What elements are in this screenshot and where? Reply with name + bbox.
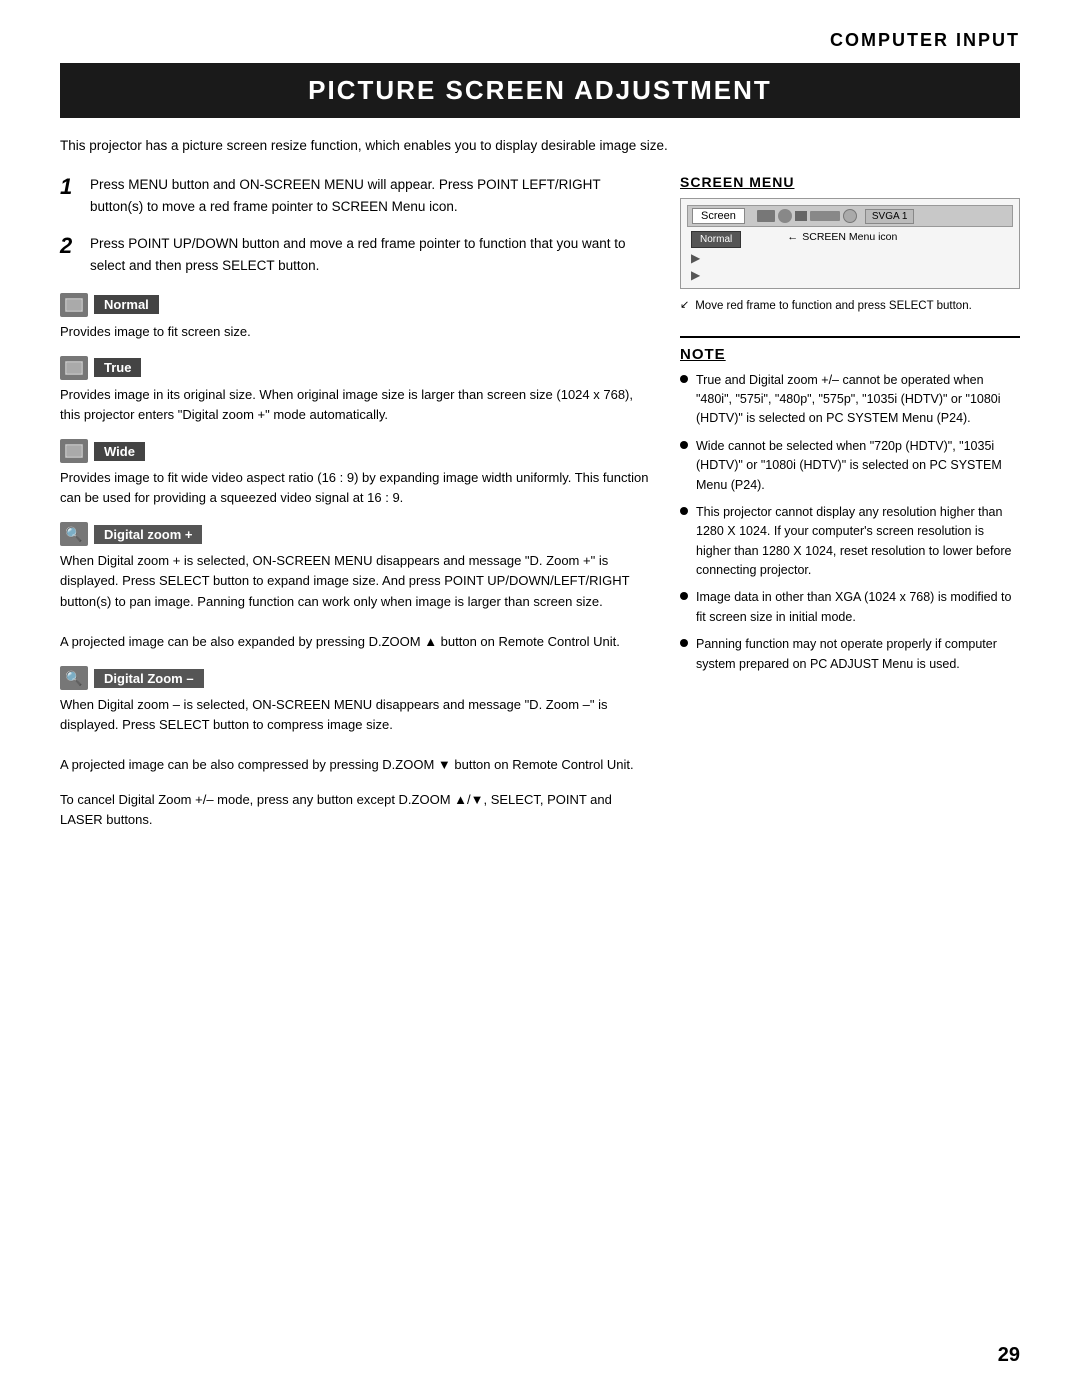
step-1-number: 1 bbox=[60, 174, 78, 217]
page-title: PICTURE SCREEN ADJUSTMENT bbox=[60, 63, 1020, 118]
note-text-4: Panning function may not operate properl… bbox=[696, 635, 1020, 674]
selected-normal-item: Normal bbox=[691, 231, 741, 248]
step-2-text: Press POINT UP/DOWN button and move a re… bbox=[90, 233, 650, 276]
note-section: NOTE True and Digital zoom +/– cannot be… bbox=[680, 336, 1020, 674]
normal-label: Normal bbox=[94, 295, 159, 314]
wide-icon bbox=[60, 439, 88, 463]
note-item-0: True and Digital zoom +/– cannot be oper… bbox=[680, 371, 1020, 429]
note-item-1: Wide cannot be selected when "720p (HDTV… bbox=[680, 437, 1020, 495]
function-digital-zoom-plus: 🔍 Digital zoom + When Digital zoom + is … bbox=[60, 522, 650, 652]
digital-zoom-minus-icon: 🔍 bbox=[60, 666, 88, 690]
note-text-1: Wide cannot be selected when "720p (HDTV… bbox=[696, 437, 1020, 495]
function-true: True Provides image in its original size… bbox=[60, 356, 650, 425]
bullet-3 bbox=[680, 592, 688, 600]
note-title: NOTE bbox=[680, 346, 1020, 363]
bullet-4 bbox=[680, 639, 688, 647]
bullet-1 bbox=[680, 441, 688, 449]
screen-menu-item: Screen bbox=[692, 208, 745, 224]
screen-menu-label: SCREEN MENU bbox=[680, 174, 1020, 190]
bullet-0 bbox=[680, 375, 688, 383]
intro-text: This projector has a picture screen resi… bbox=[60, 136, 1020, 156]
true-label: True bbox=[94, 358, 141, 377]
page-number: 29 bbox=[998, 1344, 1020, 1367]
bullet-2 bbox=[680, 507, 688, 515]
screen-menu-svga-item: SVGA 1 bbox=[865, 209, 915, 224]
note-item-4: Panning function may not operate properl… bbox=[680, 635, 1020, 674]
function-wide: Wide Provides image to fit wide video as… bbox=[60, 439, 650, 508]
step-2-number: 2 bbox=[60, 233, 78, 276]
section-header: COMPUTER INPUT bbox=[60, 30, 1020, 51]
digital-zoom-minus-desc: When Digital zoom – is selected, ON-SCRE… bbox=[60, 695, 650, 776]
note-text-0: True and Digital zoom +/– cannot be oper… bbox=[696, 371, 1020, 429]
step-2: 2 Press POINT UP/DOWN button and move a … bbox=[60, 233, 650, 276]
right-column: SCREEN MENU Screen SV bbox=[680, 174, 1020, 830]
note-text-3: Image data in other than XGA (1024 x 768… bbox=[696, 588, 1020, 627]
true-icon bbox=[60, 356, 88, 380]
step-1-text: Press MENU button and ON-SCREEN MENU wil… bbox=[90, 174, 650, 217]
digital-zoom-minus-label: Digital Zoom – bbox=[94, 669, 204, 688]
true-desc: Provides image in its original size. Whe… bbox=[60, 385, 650, 425]
normal-icon bbox=[60, 293, 88, 317]
cancel-note: To cancel Digital Zoom +/– mode, press a… bbox=[60, 790, 650, 830]
note-item-3: Image data in other than XGA (1024 x 768… bbox=[680, 588, 1020, 627]
note-text-2: This projector cannot display any resolu… bbox=[696, 503, 1020, 581]
diagram-annotation2: Move red frame to function and press SEL… bbox=[695, 297, 972, 315]
digital-zoom-plus-icon: 🔍 bbox=[60, 522, 88, 546]
function-digital-zoom-minus: 🔍 Digital Zoom – When Digital zoom – is … bbox=[60, 666, 650, 776]
screen-menu-section: SCREEN MENU Screen SV bbox=[680, 174, 1020, 315]
note-item-2: This projector cannot display any resolu… bbox=[680, 503, 1020, 581]
normal-desc: Provides image to fit screen size. bbox=[60, 322, 650, 342]
left-column: 1 Press MENU button and ON-SCREEN MENU w… bbox=[60, 174, 650, 830]
wide-desc: Provides image to fit wide video aspect … bbox=[60, 468, 650, 508]
function-normal: Normal Provides image to fit screen size… bbox=[60, 293, 650, 342]
step-1: 1 Press MENU button and ON-SCREEN MENU w… bbox=[60, 174, 650, 217]
screen-menu-annotation1: SCREEN Menu icon bbox=[802, 231, 897, 243]
wide-label: Wide bbox=[94, 442, 145, 461]
digital-zoom-plus-desc: When Digital zoom + is selected, ON-SCRE… bbox=[60, 551, 650, 652]
digital-zoom-plus-label: Digital zoom + bbox=[94, 525, 202, 544]
diagram-annotations: ↙ Move red frame to function and press S… bbox=[680, 297, 1020, 315]
